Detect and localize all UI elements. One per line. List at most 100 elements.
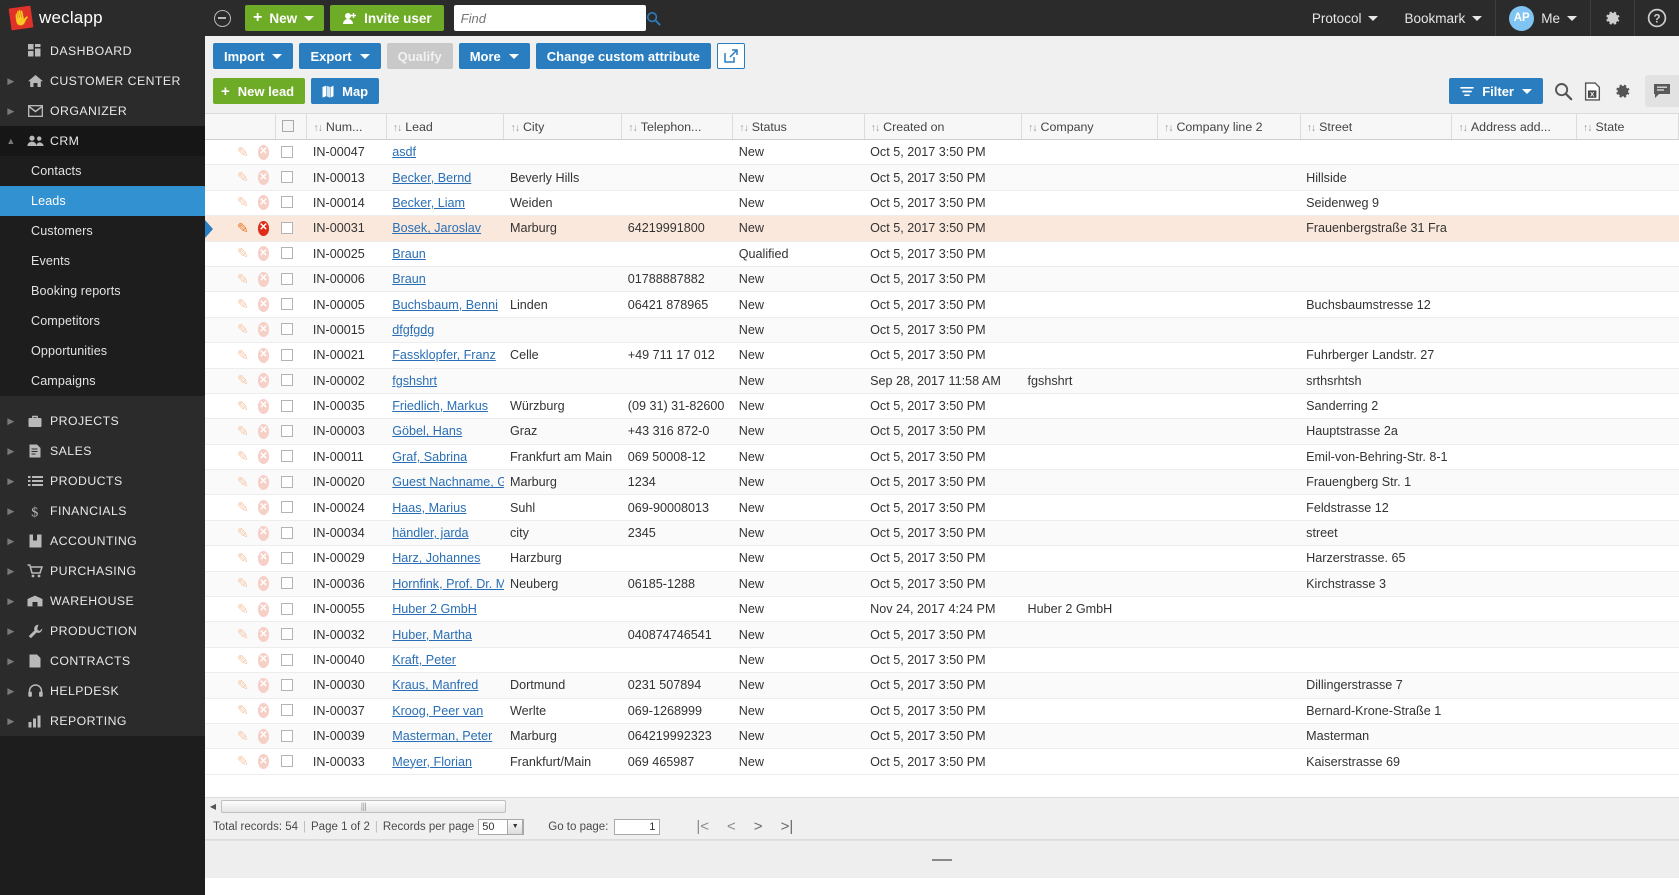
- delete-row-icon[interactable]: ✕: [257, 322, 270, 338]
- edit-row-icon[interactable]: ✎: [237, 144, 249, 161]
- row-checkbox[interactable]: [281, 602, 294, 615]
- cell-lead[interactable]: fgshshrt: [386, 368, 504, 394]
- sidebar-item-financials[interactable]: ▶ $ FINANCIALS: [0, 496, 205, 526]
- cell-lead[interactable]: Buchsbaum, Benni: [386, 291, 504, 318]
- edit-row-icon[interactable]: ✎: [237, 601, 249, 618]
- row-checkbox[interactable]: [281, 272, 294, 285]
- row-checkbox[interactable]: [281, 196, 294, 209]
- table-row[interactable]: ✎ ✕ IN-00035 Friedlich, Markus Würzburg (09 3…: [205, 393, 1679, 420]
- table-row[interactable]: ✎ ✕ IN-00030 Kraus, Manfred Dortmund 0231 507…: [205, 672, 1679, 699]
- user-menu[interactable]: AP Me: [1496, 0, 1590, 36]
- table-row[interactable]: ✎ ✕ IN-00003 Göbel, Hans Graz +43 316 872-0 Ne…: [205, 418, 1679, 445]
- edit-row-icon[interactable]: ✎: [237, 474, 249, 491]
- table-row[interactable]: ✎ ✕ IN-00015 dfgfgdg New Oct 5, 2017 3:50 PM: [205, 317, 1679, 344]
- new-button[interactable]: + New: [245, 5, 325, 31]
- goto-page-input[interactable]: 1: [614, 818, 661, 835]
- cell-lead[interactable]: Braun: [386, 241, 504, 267]
- last-page-button[interactable]: >|: [781, 819, 794, 834]
- header-status[interactable]: ↑↓ Status: [732, 113, 865, 140]
- lead-link[interactable]: Huber 2 GmbH: [392, 602, 477, 616]
- protocol-menu[interactable]: Protocol: [1299, 0, 1392, 36]
- global-search[interactable]: [453, 5, 661, 31]
- settings-button[interactable]: [1591, 0, 1634, 36]
- records-per-page-select[interactable]: 50 ▼: [478, 818, 525, 835]
- sidebar-item-campaigns[interactable]: Campaigns: [0, 366, 205, 396]
- row-checkbox[interactable]: [281, 323, 294, 336]
- row-checkbox[interactable]: [281, 399, 294, 412]
- row-select-cell[interactable]: [275, 393, 307, 420]
- row-select-cell[interactable]: [275, 139, 307, 166]
- grid-scroll-area[interactable]: ↑↓ Num... ↑↓ Lead ↑↓ City ↑↓ Telephon... ↑↓ S…: [205, 113, 1679, 797]
- row-checkbox[interactable]: [281, 348, 294, 361]
- delete-row-icon[interactable]: ✕: [257, 474, 270, 490]
- cell-lead[interactable]: dfgfgdg: [386, 317, 504, 344]
- table-row[interactable]: ✎ ✕ IN-00047 asdf New Oct 5, 2017 3:50 PM: [205, 139, 1679, 166]
- next-page-button[interactable]: >: [754, 819, 763, 834]
- sidebar-item-crm[interactable]: ▲ CRM: [0, 126, 205, 156]
- edit-row-icon[interactable]: ✎: [237, 677, 249, 694]
- table-row[interactable]: ✎ ✕ IN-00031 Bosek, Jaroslav Marburg 64219991…: [205, 215, 1679, 242]
- lead-link[interactable]: Becker, Liam: [392, 196, 465, 210]
- table-row[interactable]: ✎ ✕ IN-00006 Braun 01788887882 New Oct 5, 2017…: [205, 266, 1679, 293]
- horizontal-scrollbar[interactable]: ◀ |||: [205, 797, 1679, 814]
- lead-link[interactable]: fgshshrt: [392, 374, 437, 388]
- delete-row-icon[interactable]: ✕: [257, 525, 270, 541]
- table-row[interactable]: ✎ ✕ IN-00034 händler, jarda city 2345 New Oct 5…: [205, 520, 1679, 547]
- footer-bar[interactable]: [205, 840, 1679, 878]
- edit-row-icon[interactable]: ✎: [237, 702, 249, 719]
- edit-row-icon[interactable]: ✎: [237, 525, 249, 542]
- delete-row-icon[interactable]: ✕: [257, 627, 270, 643]
- cell-lead[interactable]: händler, jarda: [386, 520, 504, 547]
- scroll-left-arrow[interactable]: ◀: [205, 799, 221, 814]
- row-select-cell[interactable]: [275, 444, 307, 471]
- cell-lead[interactable]: Friedlich, Markus: [386, 393, 504, 420]
- prev-page-button[interactable]: <: [727, 819, 736, 834]
- lead-link[interactable]: Huber, Martha: [392, 628, 472, 642]
- cell-lead[interactable]: Bosek, Jaroslav: [386, 215, 504, 242]
- delete-row-icon[interactable]: ✕: [257, 144, 270, 160]
- sidebar-item-accounting[interactable]: ▶ ACCOUNTING: [0, 526, 205, 556]
- delete-row-icon[interactable]: ✕: [257, 703, 270, 719]
- delete-row-icon[interactable]: ✕: [257, 576, 270, 592]
- delete-row-icon[interactable]: ✕: [257, 677, 270, 693]
- cell-lead[interactable]: Becker, Liam: [386, 190, 504, 217]
- edit-row-icon[interactable]: ✎: [237, 398, 249, 415]
- delete-row-icon[interactable]: ✕: [257, 170, 270, 186]
- lead-link[interactable]: Harz, Johannes: [392, 551, 480, 565]
- table-row[interactable]: ✎ ✕ IN-00040 Kraft, Peter New Oct 5, 2017 3:5…: [205, 647, 1679, 674]
- table-row[interactable]: ✎ ✕ IN-00024 Haas, Marius Suhl 069-90008013 Ne…: [205, 494, 1679, 521]
- grid-settings-button[interactable]: [1613, 82, 1632, 101]
- delete-row-icon[interactable]: ✕: [257, 195, 270, 211]
- row-checkbox[interactable]: [281, 704, 294, 717]
- lead-link[interactable]: Friedlich, Markus: [392, 399, 488, 413]
- cell-lead[interactable]: Huber 2 GmbH: [386, 596, 504, 623]
- row-checkbox[interactable]: [281, 221, 294, 234]
- cell-lead[interactable]: Meyer, Florian: [386, 748, 504, 775]
- delete-row-icon[interactable]: ✕: [257, 347, 270, 363]
- delete-row-icon[interactable]: ✕: [257, 373, 270, 389]
- delete-row-icon[interactable]: ✕: [257, 220, 270, 236]
- cell-lead[interactable]: Haas, Marius: [386, 494, 504, 521]
- lead-link[interactable]: Kraus, Manfred: [392, 678, 478, 692]
- collapse-sidebar-button[interactable]: [205, 0, 239, 36]
- sidebar-item-purchasing[interactable]: ▶ PURCHASING: [0, 556, 205, 586]
- sidebar-item-products[interactable]: ▶ PRODUCTS: [0, 466, 205, 496]
- delete-row-icon[interactable]: ✕: [257, 754, 270, 770]
- delete-row-icon[interactable]: ✕: [257, 728, 270, 744]
- row-select-cell[interactable]: [275, 291, 307, 318]
- row-select-cell[interactable]: [275, 647, 307, 674]
- sidebar-item-competitors[interactable]: Competitors: [0, 306, 205, 336]
- header-state[interactable]: ↑↓ State: [1576, 113, 1679, 140]
- cell-lead[interactable]: Kraft, Peter: [386, 647, 504, 674]
- row-select-cell[interactable]: [275, 571, 307, 598]
- edit-row-icon[interactable]: ✎: [237, 245, 249, 262]
- row-checkbox[interactable]: [281, 424, 294, 437]
- row-select-cell[interactable]: [275, 342, 307, 369]
- edit-row-icon[interactable]: ✎: [237, 321, 249, 338]
- sidebar-item-events[interactable]: Events: [0, 246, 205, 276]
- row-checkbox[interactable]: [281, 526, 294, 539]
- delete-row-icon[interactable]: ✕: [257, 423, 270, 439]
- filter-button[interactable]: Filter: [1449, 78, 1543, 104]
- sidebar-item-reporting[interactable]: ▶ REPORTING: [0, 706, 205, 736]
- excel-export-button[interactable]: X: [1584, 81, 1602, 101]
